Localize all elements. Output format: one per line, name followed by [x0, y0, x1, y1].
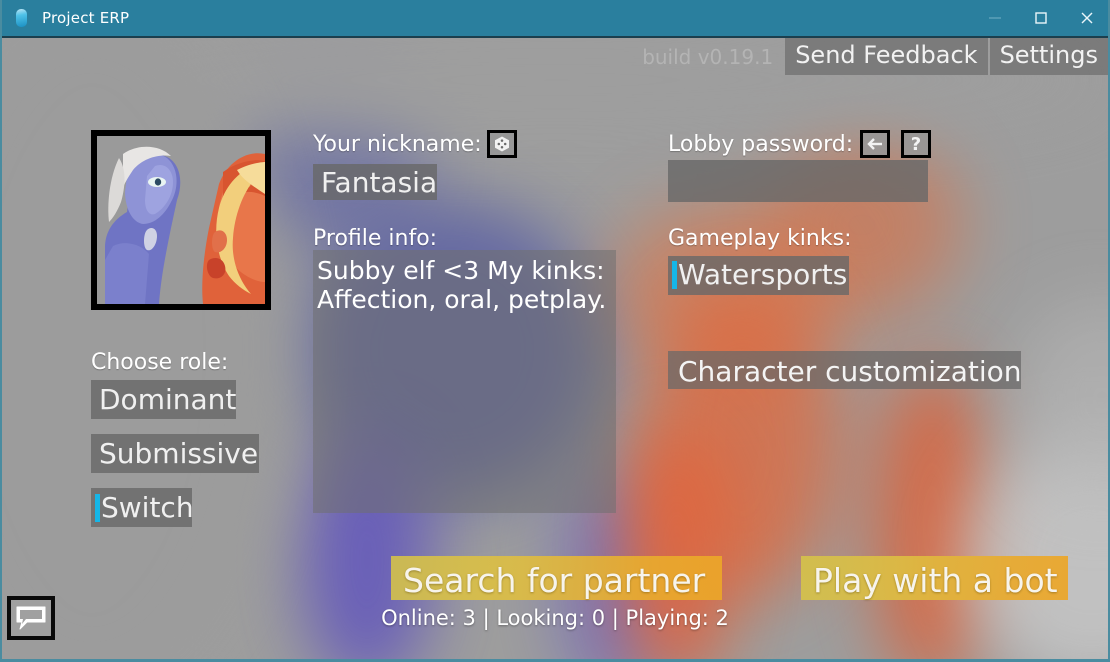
- top-toolbar: build v0.19.1 Send Feedback Settings: [642, 38, 1108, 75]
- role-option-submissive[interactable]: Submissive: [91, 434, 259, 473]
- gameplay-kinks-label: Gameplay kinks:: [668, 226, 852, 251]
- role-option-switch-label: Switch: [101, 491, 194, 524]
- arrow-left-icon[interactable]: [860, 130, 890, 158]
- app-window: Project ERP build v0.19.1 Send Feedback …: [0, 0, 1110, 662]
- chat-bubble-icon[interactable]: [7, 596, 55, 640]
- password-help-button[interactable]: ?: [901, 130, 931, 158]
- profile-info-value: Subby elf <3 My kinks: Affection, oral, …: [317, 256, 607, 315]
- dice-icon[interactable]: [487, 130, 517, 158]
- password-label: Lobby password:: [668, 132, 854, 157]
- gameplay-kinks-input[interactable]: Watersports: [668, 256, 849, 295]
- character-customization-button[interactable]: Character customization: [668, 351, 1022, 389]
- nickname-label: Your nickname:: [313, 132, 482, 157]
- main-content: build v0.19.1 Send Feedback Settings You…: [2, 0, 1108, 659]
- arrow-left-glyph: [867, 138, 882, 150]
- password-input[interactable]: [668, 160, 928, 202]
- maximize-button[interactable]: [1018, 0, 1064, 36]
- search-for-partner-button[interactable]: Search for partner: [391, 556, 722, 600]
- profile-info-textarea[interactable]: Subby elf <3 My kinks: Affection, oral, …: [313, 250, 616, 513]
- minimize-button[interactable]: [972, 0, 1018, 36]
- send-feedback-button[interactable]: Send Feedback: [785, 38, 988, 75]
- profile-portrait[interactable]: [91, 130, 271, 310]
- text-caret: [672, 261, 677, 289]
- chat-bubble-glyph: [16, 606, 46, 630]
- choose-role-label: Choose role:: [91, 350, 229, 375]
- dice-glyph: [495, 136, 509, 152]
- window-title: Project ERP: [42, 9, 130, 27]
- profile-info-label: Profile info:: [313, 226, 438, 251]
- play-with-bot-button[interactable]: Play with a bot: [801, 556, 1068, 600]
- online-status-text: Online: 3 | Looking: 0 | Playing: 2: [381, 606, 729, 630]
- close-button[interactable]: [1064, 0, 1108, 36]
- nickname-input[interactable]: Fantasia: [313, 164, 437, 200]
- title-bar: Project ERP: [2, 0, 1108, 38]
- water-drop-icon: [14, 8, 30, 28]
- role-option-switch[interactable]: Switch: [91, 488, 194, 527]
- portrait-artwork: [97, 136, 265, 304]
- gameplay-kinks-value: Watersports: [678, 258, 848, 291]
- build-version-label: build v0.19.1: [642, 44, 774, 69]
- role-selection-caret: [95, 494, 100, 522]
- role-option-dominant[interactable]: Dominant: [91, 380, 236, 419]
- settings-button[interactable]: Settings: [989, 38, 1108, 75]
